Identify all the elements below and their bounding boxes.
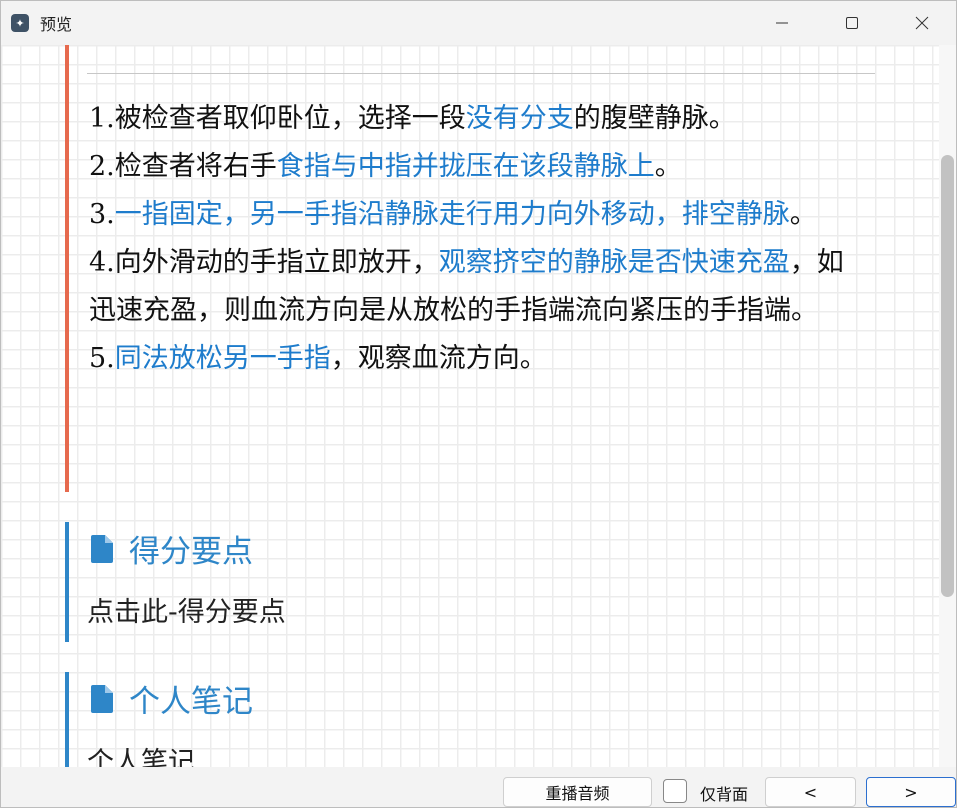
- step-highlight: 食指与中指并拢压在该段静脉上: [276, 151, 655, 182]
- step-item: 4.向外滑动的手指立即放开，观察挤空的静脉是否快速充盈，如迅速充盈，则血流方向是…: [89, 239, 849, 335]
- step-highlight: 一指固定，另一手指沿静脉走行用力向外移动，排空静脉: [114, 199, 790, 230]
- step-list: 1.被检查者取仰卧位，选择一段没有分支的腹壁静脉。 2.检查者将右手食指与中指并拢…: [89, 95, 849, 383]
- step-number: 2.: [89, 151, 115, 182]
- preview-content[interactable]: 1.被检查者取仰卧位，选择一段没有分支的腹壁静脉。 2.检查者将右手食指与中指并拢…: [1, 45, 939, 767]
- minimize-icon: [776, 22, 788, 24]
- step-highlight: 观察挤空的静脉是否快速充盈: [438, 247, 790, 278]
- title-bar: ✦ 预览: [1, 1, 956, 45]
- document-icon: [91, 684, 113, 713]
- step-item: 5.同法放松另一手指，观察血流方向。: [89, 335, 849, 383]
- divider: [87, 73, 875, 74]
- step-highlight: 没有分支: [465, 103, 574, 134]
- scoring-points-section: 得分要点 点击此-得分要点: [65, 522, 875, 642]
- step-item: 2.检查者将右手食指与中指并拢压在该段静脉上。: [89, 143, 849, 191]
- close-icon: [915, 16, 929, 30]
- maximize-button[interactable]: [829, 1, 875, 45]
- step-text: 向外滑动的手指立即放开，: [114, 247, 439, 278]
- close-button[interactable]: [899, 1, 945, 45]
- step-text: 检查者将右手: [114, 151, 277, 182]
- vertical-scrollbar[interactable]: [939, 45, 956, 767]
- replay-audio-button[interactable]: 重播音频: [503, 777, 652, 807]
- next-button[interactable]: >: [866, 777, 956, 807]
- step-item: 3.一指固定，另一手指沿静脉走行用力向外移动，排空静脉。: [89, 191, 849, 239]
- step-number: 3.: [89, 199, 115, 230]
- bottom-toolbar: 重播音频 仅背面 < >: [1, 767, 956, 807]
- section-header: 得分要点: [91, 526, 253, 571]
- maximize-icon: [846, 17, 858, 29]
- step-text: ，观察血流方向。: [330, 343, 547, 374]
- app-icon: ✦: [11, 14, 29, 32]
- previous-button[interactable]: <: [765, 777, 856, 807]
- step-number: 4.: [89, 247, 115, 278]
- preview-window: ✦ 预览 1.被检查者取仰卧位，选择一段没有分支的腹壁静脉。 2.检查者将右手食指…: [0, 0, 957, 808]
- scoring-points-link[interactable]: 点击此-得分要点: [87, 590, 286, 629]
- step-text: 被检查者取仰卧位，选择一段: [114, 103, 466, 134]
- minimize-button[interactable]: [759, 1, 805, 45]
- step-number: 1.: [89, 103, 115, 134]
- step-highlight: 同法放松另一手指: [114, 343, 331, 374]
- step-number: 5.: [89, 343, 115, 374]
- personal-notes-text[interactable]: 个人笔记: [87, 740, 195, 767]
- step-item: 1.被检查者取仰卧位，选择一段没有分支的腹壁静脉。: [89, 95, 849, 143]
- back-only-label: 仅背面: [700, 785, 749, 804]
- personal-notes-section: 个人笔记 个人笔记: [65, 672, 875, 767]
- section-title: 得分要点: [129, 534, 253, 570]
- back-only-checkbox[interactable]: [663, 779, 687, 803]
- window-title: 预览: [40, 15, 73, 34]
- step-text: 。: [654, 151, 682, 182]
- step-text: 的腹壁静脉。: [573, 103, 736, 134]
- steps-block: 1.被检查者取仰卧位，选择一段没有分支的腹壁静脉。 2.检查者将右手食指与中指并拢…: [65, 45, 875, 492]
- section-title: 个人笔记: [129, 684, 253, 720]
- scrollbar-thumb[interactable]: [941, 155, 954, 597]
- step-text: 。: [789, 199, 817, 230]
- document-icon: [91, 534, 113, 563]
- section-header: 个人笔记: [91, 676, 253, 721]
